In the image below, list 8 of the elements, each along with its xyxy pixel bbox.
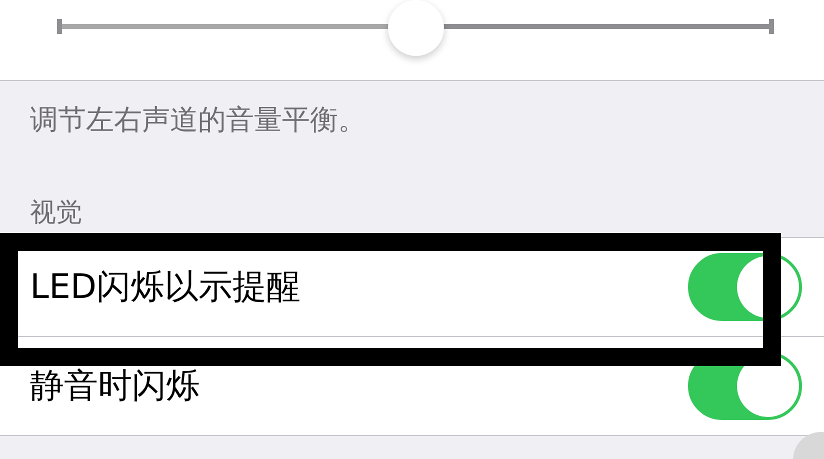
slider-thumb[interactable] xyxy=(388,0,444,56)
balance-slider[interactable] xyxy=(57,0,774,56)
section-header: 视觉 xyxy=(29,197,83,230)
slider-end-mark xyxy=(57,19,62,34)
footer-text: 调节左右声道的音量平衡。 xyxy=(29,102,367,138)
slider-end-mark xyxy=(769,19,774,34)
row-label: 静音时闪烁 xyxy=(30,365,201,408)
row-label: LED闪烁以示提醒 xyxy=(30,266,302,309)
